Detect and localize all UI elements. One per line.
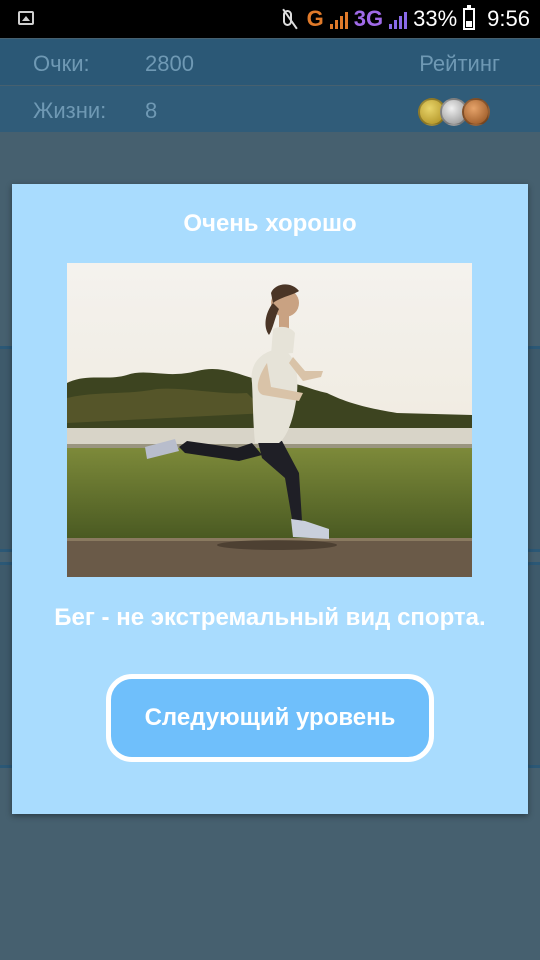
points-value: 2800 bbox=[145, 51, 194, 76]
points-row: Очки: 2800 Рейтинг bbox=[0, 39, 540, 85]
clock: 9:56 bbox=[487, 6, 530, 31]
lives-row: Жизни: 8 bbox=[0, 86, 540, 132]
next-level-button[interactable]: Следующий уровень bbox=[106, 674, 434, 762]
network-3g-label: 3G bbox=[353, 6, 384, 31]
running-woman-photo bbox=[67, 263, 472, 577]
network-g-label: G bbox=[306, 6, 324, 31]
photo-illustration bbox=[67, 263, 472, 577]
lives-value: 8 bbox=[145, 98, 158, 123]
lives-label: Жизни: bbox=[33, 98, 107, 123]
status-bar: G 3G 33% 9:56 bbox=[0, 0, 540, 38]
battery-icon bbox=[463, 5, 476, 30]
battery-percent: 33% bbox=[413, 6, 458, 31]
signal-purple-icon bbox=[389, 9, 408, 29]
fact-text: Бег - не экстремальный вид спорта. bbox=[54, 604, 486, 631]
signal-orange-icon bbox=[329, 9, 348, 29]
mute-icon bbox=[279, 8, 301, 30]
points-label: Очки: bbox=[33, 51, 90, 76]
medals-button[interactable] bbox=[418, 98, 492, 128]
status-icons: G 3G 33% 9:56 bbox=[279, 0, 530, 38]
rating-button[interactable]: Рейтинг bbox=[419, 51, 500, 77]
result-dialog: Очень хорошо Бег - не экстремальный вид … bbox=[12, 184, 528, 814]
dialog-title: Очень хорошо bbox=[183, 210, 357, 237]
bronze-medal-icon bbox=[462, 98, 490, 126]
gallery-notification-icon bbox=[18, 11, 34, 25]
